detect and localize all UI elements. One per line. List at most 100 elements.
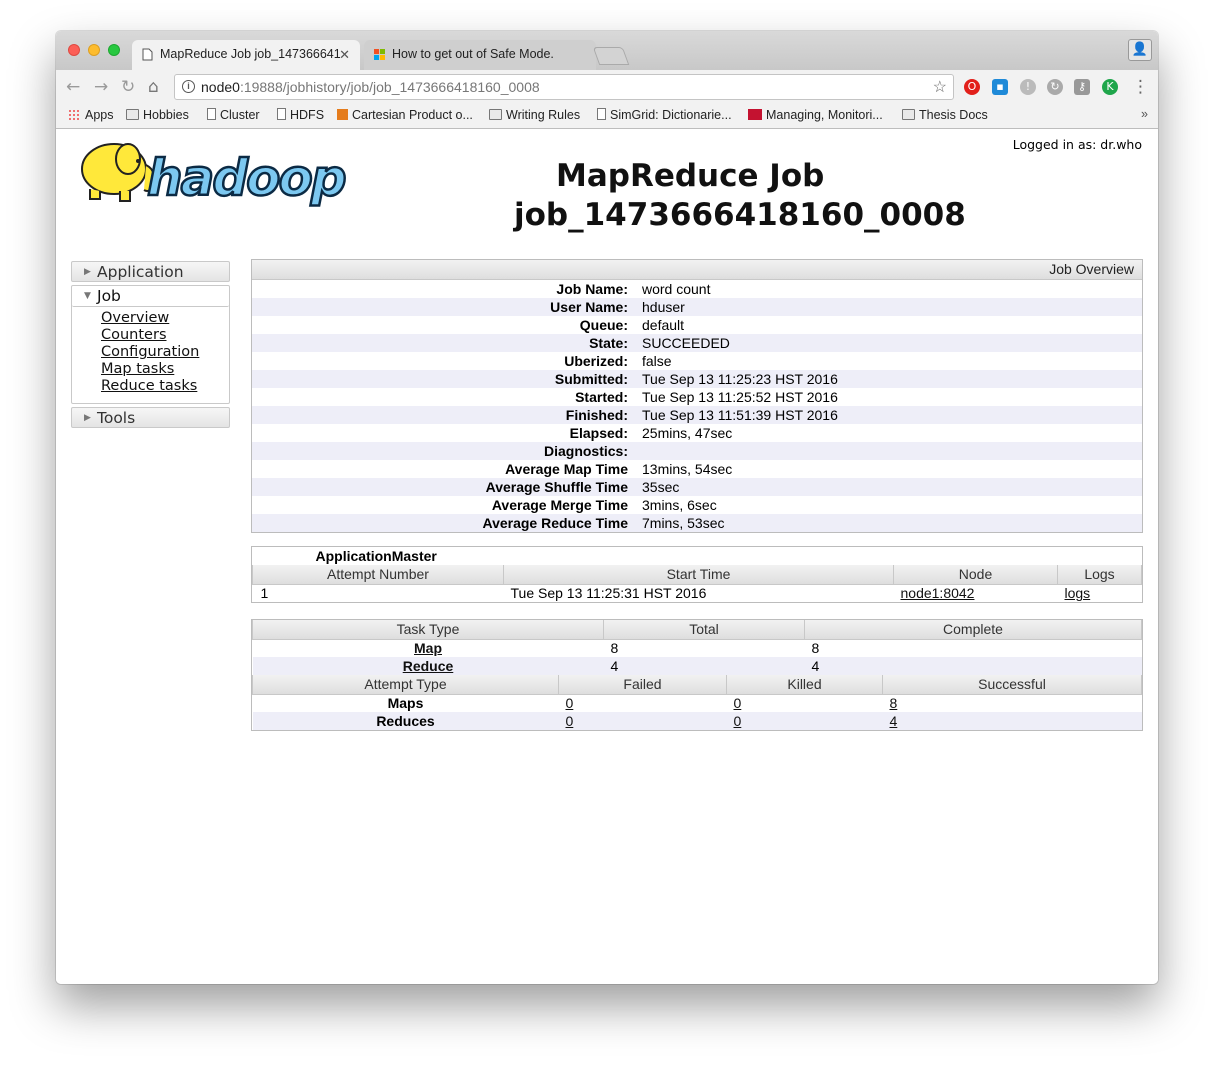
overview-row: Average Map Time 13mins, 54sec: [252, 460, 1142, 478]
failed-maps-link[interactable]: 0: [566, 695, 574, 711]
column-header: Logs: [1057, 565, 1142, 585]
folder-icon: [902, 109, 915, 120]
overview-label: Average Map Time: [505, 461, 628, 477]
column-header: Total: [603, 620, 805, 640]
page-title: MapReduce Job job_1473666418160_0008: [514, 158, 966, 233]
overview-value: Tue Sep 13 11:51:39 HST 2016: [642, 407, 838, 423]
new-tab-button[interactable]: [592, 47, 630, 65]
table-row: Map 8 8: [414, 640, 820, 657]
overview-row: State: SUCCEEDED: [252, 334, 1142, 352]
menu-icon[interactable]: ⋮: [1132, 77, 1149, 97]
reload-icon[interactable]: ↻: [121, 77, 135, 97]
hadoop-logo[interactable]: hadoop: [72, 137, 372, 207]
nav-link-counters[interactable]: Counters: [101, 327, 229, 344]
killed-reduces-link[interactable]: 0: [734, 713, 742, 729]
overview-row: Average Merge Time 3mins, 6sec: [252, 496, 1142, 514]
nav-link-reduce-tasks[interactable]: Reduce tasks: [101, 378, 229, 395]
close-icon[interactable]: ✕: [339, 47, 350, 63]
nav-application[interactable]: ▶ Application: [71, 261, 230, 282]
browser-toolbar: ← → ↻ ⌂ i node0:19888/jobhistory/job/job…: [56, 70, 1158, 105]
overview-label: Average Reduce Time: [482, 515, 628, 531]
bookmark-writing-rules[interactable]: Writing Rules: [489, 108, 580, 122]
column-header: Node: [893, 565, 1058, 585]
bookmark-cluster[interactable]: Cluster: [207, 108, 260, 122]
table-row: 1 Tue Sep 13 11:25:31 HST 2016 node1:804…: [260, 585, 1091, 602]
nav-tools[interactable]: ▶ Tools: [71, 407, 230, 428]
column-header: Task Type: [252, 620, 604, 640]
tab-mapreduce-job[interactable]: MapReduce Job job_147366641 ✕: [132, 40, 360, 70]
failed-reduces-link[interactable]: 0: [566, 713, 574, 729]
overview-value: 7mins, 53sec: [642, 515, 725, 531]
overview-row: Submitted: Tue Sep 13 11:25:23 HST 2016: [252, 370, 1142, 388]
overview-value: default: [642, 317, 685, 333]
overview-label: Diagnostics:: [543, 443, 628, 459]
overview-row: Job Name: word count: [252, 280, 1142, 298]
column-header: Complete: [804, 620, 1142, 640]
nav-job[interactable]: ▼ Job: [72, 286, 229, 307]
back-arrow-icon[interactable]: ←: [66, 77, 80, 97]
task-type-reduce-link[interactable]: Reduce: [403, 658, 454, 674]
nav-link-overview[interactable]: Overview: [101, 310, 229, 327]
bookmark-thesis-docs[interactable]: Thesis Docs: [902, 108, 988, 122]
overview-value: Tue Sep 13 11:25:52 HST 2016: [642, 389, 838, 405]
page-icon: [277, 108, 286, 120]
bookmark-managing[interactable]: Managing, Monitori...: [748, 108, 883, 122]
overview-row: Finished: Tue Sep 13 11:51:39 HST 2016: [252, 406, 1142, 424]
table-row: Reduce 4 4: [252, 657, 1142, 675]
job-overview-heading: Job Overview: [252, 260, 1142, 280]
folder-icon: [126, 109, 139, 120]
killed-maps-link[interactable]: 0: [734, 695, 742, 711]
node-link[interactable]: node1:8042: [901, 585, 975, 601]
page-content: Logged in as: dr.who hadoop MapReduce Jo…: [56, 129, 1158, 984]
column-header: Attempt Type: [252, 675, 559, 695]
overview-label: User Name:: [550, 299, 628, 315]
left-nav: ▶ Application ▼ Job Overview Counters Co…: [71, 261, 230, 431]
k-extension-icon[interactable]: K: [1102, 79, 1118, 95]
zoom-window-button[interactable]: [108, 44, 120, 56]
bookmark-hdfs[interactable]: HDFS: [277, 108, 324, 122]
title-bar: MapReduce Job job_147366641 ✕ How to get…: [56, 31, 1158, 70]
overview-label: Job Name:: [556, 281, 628, 297]
minimize-window-button[interactable]: [88, 44, 100, 56]
bookmark-cartesian[interactable]: Cartesian Product o...: [337, 108, 473, 122]
bookmark-favicon-icon: [748, 109, 762, 120]
home-icon[interactable]: ⌂: [148, 77, 159, 97]
address-bar[interactable]: i node0:19888/jobhistory/job/job_1473666…: [174, 74, 954, 100]
bookmarks-bar: Apps Hobbies Cluster HDFS Cartesian Prod…: [56, 105, 1158, 129]
overview-row: Average Shuffle Time 35sec: [252, 478, 1142, 496]
table-row: Maps 0 0 8: [387, 695, 898, 712]
nav-link-configuration[interactable]: Configuration: [101, 344, 229, 361]
sync-extension-icon[interactable]: ↻: [1047, 79, 1063, 95]
close-window-button[interactable]: [68, 44, 80, 56]
overview-label: Average Shuffle Time: [485, 479, 628, 495]
triangle-right-icon: ▶: [84, 413, 91, 423]
info-icon[interactable]: i: [182, 80, 195, 93]
job-overview-panel: Job Overview Job Name: word count User Nam…: [251, 259, 1143, 533]
trello-extension-icon[interactable]: ▪: [992, 79, 1008, 95]
overview-label: Average Merge Time: [491, 497, 628, 513]
opera-extension-icon[interactable]: O: [964, 79, 980, 95]
column-header: Successful: [882, 675, 1142, 695]
more-bookmarks-button[interactable]: »: [1141, 107, 1148, 121]
column-header: Killed: [726, 675, 883, 695]
bookmark-apps[interactable]: Apps: [68, 108, 114, 122]
column-header: Failed: [558, 675, 727, 695]
key-extension-icon[interactable]: ⚷: [1074, 79, 1090, 95]
tab-safe-mode[interactable]: How to get out of Safe Mode.: [364, 40, 596, 70]
bookmark-simgrid[interactable]: SimGrid: Dictionarie...: [597, 108, 732, 122]
forward-arrow-icon[interactable]: →: [94, 77, 108, 97]
task-type-map-link[interactable]: Map: [414, 640, 442, 656]
logs-link[interactable]: logs: [1065, 585, 1091, 601]
bookmark-star-icon[interactable]: ☆: [933, 77, 947, 97]
folder-icon: [489, 109, 502, 120]
url-path: :19888/jobhistory/job/job_1473666418160_…: [239, 79, 540, 95]
successful-maps-link[interactable]: 8: [890, 695, 898, 711]
extension-icon[interactable]: !: [1020, 79, 1036, 95]
nav-link-map-tasks[interactable]: Map tasks: [101, 361, 229, 378]
overview-label: Queue:: [579, 317, 628, 333]
bookmark-favicon-icon: [337, 109, 348, 120]
profile-icon[interactable]: 👤: [1128, 39, 1152, 61]
bookmark-hobbies[interactable]: Hobbies: [126, 108, 189, 122]
successful-reduces-link[interactable]: 4: [890, 713, 898, 729]
overview-value: 3mins, 6sec: [642, 497, 717, 513]
